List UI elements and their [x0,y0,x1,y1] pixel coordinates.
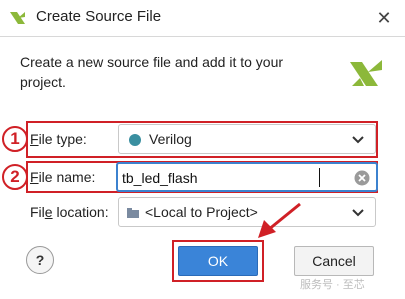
cancel-button[interactable]: Cancel [294,246,374,276]
file-location-label: File location: [30,204,109,220]
close-button[interactable]: ✕ [372,6,396,30]
watermark-text: 服务号 · 至芯 [300,279,365,291]
text-caret [319,168,320,187]
help-button[interactable]: ? [26,246,54,274]
file-name-input-box[interactable] [116,162,378,192]
chevron-down-icon[interactable] [349,131,367,149]
dialog-title: Create Source File [36,8,162,25]
file-type-select[interactable]: Verilog [118,124,376,154]
ok-button[interactable]: OK [178,246,258,276]
file-type-value: Verilog [149,131,192,147]
annotation-marker-2: 2 [2,164,28,190]
file-name-input[interactable] [122,167,352,189]
annotation-arrow-icon [258,202,301,238]
file-type-label: File type: [30,131,87,147]
chevron-down-icon[interactable] [349,204,367,222]
annotation-marker-1: 1 [2,126,28,152]
title-divider [0,36,405,37]
vivado-logo-icon [10,12,25,24]
close-icon: ✕ [376,8,392,28]
vivado-logo-large-icon [350,60,382,86]
clear-input-icon[interactable] [354,170,370,186]
title-bar: Create Source File ✕ [0,0,405,36]
file-location-value: <Local to Project> [145,204,258,220]
dialog-description: Create a new source file and add it to y… [20,54,284,90]
file-location-select[interactable]: <Local to Project> [118,197,376,227]
verilog-dot-icon [129,134,141,146]
file-name-label: File name: [30,169,96,185]
folder-icon [127,208,139,218]
